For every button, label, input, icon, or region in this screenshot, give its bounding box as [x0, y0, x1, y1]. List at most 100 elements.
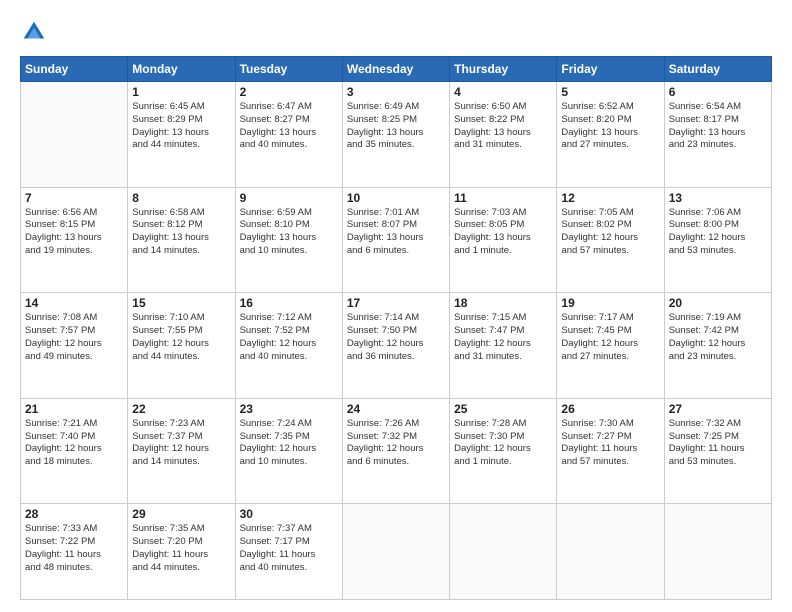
day-number: 10: [347, 191, 445, 205]
calendar-cell: 8 Sunrise: 6:58 AM Sunset: 8:12 PM Daylig…: [128, 187, 235, 293]
weekday-header: Friday: [557, 57, 664, 82]
day-info: Sunrise: 7:30 AM Sunset: 7:27 PM Dayligh…: [561, 418, 659, 469]
calendar-week-row: 28 Sunrise: 7:33 AM Sunset: 7:22 PM Dayli…: [21, 504, 772, 600]
calendar-cell: 9Sunrise: 6:59 AM Sunset: 8:10 PM Daylig…: [235, 187, 342, 293]
day-number: 3: [347, 85, 445, 99]
calendar-cell: 29 Sunrise: 7:35 AM Sunset: 7:20 PM Dayli…: [128, 504, 235, 600]
day-info: Sunrise: 7:23 AM Sunset: 7:37 PM Dayligh…: [132, 418, 230, 469]
day-number: 22: [132, 402, 230, 416]
day-number: 1: [132, 85, 230, 99]
day-number: 16: [240, 296, 338, 310]
day-number: 6: [669, 85, 767, 99]
day-number: 21: [25, 402, 123, 416]
calendar-cell: 3 Sunrise: 6:49 AM Sunset: 8:25 PM Daylig…: [342, 82, 449, 188]
logo: [20, 18, 52, 46]
day-info: Sunrise: 6:47 AM Sunset: 8:27 PM Dayligh…: [240, 101, 338, 152]
day-number: 29: [132, 507, 230, 521]
day-info: Sunrise: 6:50 AM Sunset: 8:22 PM Dayligh…: [454, 101, 552, 152]
calendar-cell: 10 Sunrise: 7:01 AM Sunset: 8:07 PM Dayli…: [342, 187, 449, 293]
day-info: Sunrise: 6:56 AM Sunset: 8:15 PM Dayligh…: [25, 207, 123, 258]
day-info: Sunrise: 7:37 AM Sunset: 7:17 PM Dayligh…: [240, 523, 338, 574]
day-info: Sunrise: 6:52 AM Sunset: 8:20 PM Dayligh…: [561, 101, 659, 152]
day-number: 4: [454, 85, 552, 99]
day-number: 5: [561, 85, 659, 99]
day-info: Sunrise: 6:58 AM Sunset: 8:12 PM Dayligh…: [132, 207, 230, 258]
logo-icon: [20, 18, 48, 46]
calendar-cell: 13 Sunrise: 7:06 AM Sunset: 8:00 PM Dayli…: [664, 187, 771, 293]
day-info: Sunrise: 7:15 AM Sunset: 7:47 PM Dayligh…: [454, 312, 552, 363]
calendar-cell: 19 Sunrise: 7:17 AM Sunset: 7:45 PM Dayli…: [557, 293, 664, 399]
weekday-header: Wednesday: [342, 57, 449, 82]
day-info: Sunrise: 6:49 AM Sunset: 8:25 PM Dayligh…: [347, 101, 445, 152]
calendar-week-row: 14Sunrise: 7:08 AM Sunset: 7:57 PM Dayli…: [21, 293, 772, 399]
calendar-cell: 2 Sunrise: 6:47 AM Sunset: 8:27 PM Daylig…: [235, 82, 342, 188]
day-info: Sunrise: 7:06 AM Sunset: 8:00 PM Dayligh…: [669, 207, 767, 258]
calendar-cell: 22 Sunrise: 7:23 AM Sunset: 7:37 PM Dayli…: [128, 398, 235, 504]
calendar-cell: 6Sunrise: 6:54 AM Sunset: 8:17 PM Daylig…: [664, 82, 771, 188]
day-number: 26: [561, 402, 659, 416]
calendar-week-row: 7Sunrise: 6:56 AM Sunset: 8:15 PM Daylig…: [21, 187, 772, 293]
day-number: 23: [240, 402, 338, 416]
day-info: Sunrise: 7:01 AM Sunset: 8:07 PM Dayligh…: [347, 207, 445, 258]
day-number: 30: [240, 507, 338, 521]
calendar-week-row: 1Sunrise: 6:45 AM Sunset: 8:29 PM Daylig…: [21, 82, 772, 188]
calendar-cell: 4 Sunrise: 6:50 AM Sunset: 8:22 PM Daylig…: [450, 82, 557, 188]
weekday-header: Tuesday: [235, 57, 342, 82]
day-info: Sunrise: 7:17 AM Sunset: 7:45 PM Dayligh…: [561, 312, 659, 363]
calendar-cell: 11Sunrise: 7:03 AM Sunset: 8:05 PM Dayli…: [450, 187, 557, 293]
weekday-header: Sunday: [21, 57, 128, 82]
day-number: 13: [669, 191, 767, 205]
calendar-cell: 17 Sunrise: 7:14 AM Sunset: 7:50 PM Dayli…: [342, 293, 449, 399]
day-info: Sunrise: 7:05 AM Sunset: 8:02 PM Dayligh…: [561, 207, 659, 258]
day-number: 8: [132, 191, 230, 205]
day-info: Sunrise: 7:33 AM Sunset: 7:22 PM Dayligh…: [25, 523, 123, 574]
calendar-cell: [450, 504, 557, 600]
day-number: 9: [240, 191, 338, 205]
calendar-table: SundayMondayTuesdayWednesdayThursdayFrid…: [20, 56, 772, 600]
calendar-cell: 30 Sunrise: 7:37 AM Sunset: 7:17 PM Dayli…: [235, 504, 342, 600]
calendar-cell: 14Sunrise: 7:08 AM Sunset: 7:57 PM Dayli…: [21, 293, 128, 399]
calendar-cell: 21 Sunrise: 7:21 AM Sunset: 7:40 PM Dayli…: [21, 398, 128, 504]
day-number: 19: [561, 296, 659, 310]
calendar-cell: 27 Sunrise: 7:32 AM Sunset: 7:25 PM Dayli…: [664, 398, 771, 504]
calendar-cell: 1Sunrise: 6:45 AM Sunset: 8:29 PM Daylig…: [128, 82, 235, 188]
calendar-cell: 5 Sunrise: 6:52 AM Sunset: 8:20 PM Daylig…: [557, 82, 664, 188]
day-number: 18: [454, 296, 552, 310]
day-info: Sunrise: 7:32 AM Sunset: 7:25 PM Dayligh…: [669, 418, 767, 469]
calendar-cell: [21, 82, 128, 188]
calendar-cell: 20 Sunrise: 7:19 AM Sunset: 7:42 PM Dayli…: [664, 293, 771, 399]
day-number: 28: [25, 507, 123, 521]
day-info: Sunrise: 7:14 AM Sunset: 7:50 PM Dayligh…: [347, 312, 445, 363]
weekday-row: SundayMondayTuesdayWednesdayThursdayFrid…: [21, 57, 772, 82]
day-number: 27: [669, 402, 767, 416]
calendar-cell: 7Sunrise: 6:56 AM Sunset: 8:15 PM Daylig…: [21, 187, 128, 293]
calendar-cell: [342, 504, 449, 600]
day-info: Sunrise: 7:24 AM Sunset: 7:35 PM Dayligh…: [240, 418, 338, 469]
day-info: Sunrise: 7:35 AM Sunset: 7:20 PM Dayligh…: [132, 523, 230, 574]
header: [20, 18, 772, 46]
calendar-cell: 25Sunrise: 7:28 AM Sunset: 7:30 PM Dayli…: [450, 398, 557, 504]
weekday-header: Saturday: [664, 57, 771, 82]
day-info: Sunrise: 7:21 AM Sunset: 7:40 PM Dayligh…: [25, 418, 123, 469]
calendar-cell: [557, 504, 664, 600]
calendar-cell: 12Sunrise: 7:05 AM Sunset: 8:02 PM Dayli…: [557, 187, 664, 293]
day-number: 2: [240, 85, 338, 99]
calendar-cell: [664, 504, 771, 600]
day-info: Sunrise: 7:08 AM Sunset: 7:57 PM Dayligh…: [25, 312, 123, 363]
weekday-header: Thursday: [450, 57, 557, 82]
calendar-body: 1Sunrise: 6:45 AM Sunset: 8:29 PM Daylig…: [21, 82, 772, 600]
day-number: 20: [669, 296, 767, 310]
weekday-header: Monday: [128, 57, 235, 82]
calendar-cell: 15Sunrise: 7:10 AM Sunset: 7:55 PM Dayli…: [128, 293, 235, 399]
calendar-header: SundayMondayTuesdayWednesdayThursdayFrid…: [21, 57, 772, 82]
calendar-cell: 28 Sunrise: 7:33 AM Sunset: 7:22 PM Dayli…: [21, 504, 128, 600]
day-info: Sunrise: 7:12 AM Sunset: 7:52 PM Dayligh…: [240, 312, 338, 363]
day-number: 25: [454, 402, 552, 416]
day-info: Sunrise: 7:26 AM Sunset: 7:32 PM Dayligh…: [347, 418, 445, 469]
day-number: 24: [347, 402, 445, 416]
day-number: 17: [347, 296, 445, 310]
day-info: Sunrise: 7:19 AM Sunset: 7:42 PM Dayligh…: [669, 312, 767, 363]
calendar-cell: 26 Sunrise: 7:30 AM Sunset: 7:27 PM Dayli…: [557, 398, 664, 504]
calendar-cell: 16 Sunrise: 7:12 AM Sunset: 7:52 PM Dayli…: [235, 293, 342, 399]
calendar-week-row: 21 Sunrise: 7:21 AM Sunset: 7:40 PM Dayli…: [21, 398, 772, 504]
